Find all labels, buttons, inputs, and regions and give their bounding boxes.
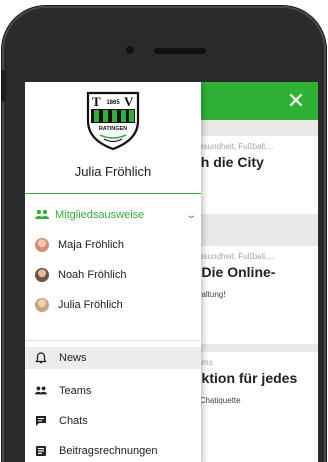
divider	[25, 193, 201, 194]
news-card-meta: eams	[193, 358, 213, 367]
member-item[interactable]: Maja Fröhlich	[35, 236, 195, 254]
news-card-meta: Gesundheit, Fußball,...	[193, 252, 274, 261]
news-card-title: nktion für jedes	[193, 370, 298, 386]
avatar	[35, 238, 49, 252]
phone-side-button	[2, 70, 6, 102]
member-item[interactable]: Julia Fröhlich	[35, 296, 195, 314]
club-logo: T V 1865 RATINGEN	[86, 91, 140, 151]
news-card-meta: Gesundheit, Fußball,...	[193, 142, 274, 151]
people-icon	[35, 209, 49, 219]
navigation-drawer: T V 1865 RATINGEN Julia Fröhlich Mitglie…	[25, 82, 201, 462]
logo-letter-left: T	[92, 94, 101, 109]
nav-item-label: News	[59, 352, 87, 364]
chat-icon	[35, 415, 47, 427]
news-card-title: ch die City	[193, 154, 264, 170]
member-cards-toggle[interactable]: Mitgliedsausweise ⌄	[35, 207, 197, 223]
nav-item-label: Chats	[59, 415, 88, 427]
bell-icon	[35, 352, 47, 364]
news-card-excerpt: e Chatiquette	[193, 396, 241, 405]
member-name: Maja Fröhlich	[58, 239, 125, 251]
nav-item-label: Teams	[59, 385, 92, 397]
avatar	[35, 268, 49, 282]
logo-letter-right: V	[124, 94, 134, 109]
logo-year: 1865	[106, 100, 120, 106]
nav-item-teams[interactable]: Teams	[25, 380, 201, 402]
avatar	[35, 298, 49, 312]
front-camera	[126, 46, 134, 54]
nav-item-invoices[interactable]: Beitragsrechnungen	[25, 440, 201, 462]
divider	[25, 340, 201, 341]
earpiece-speaker	[154, 48, 206, 54]
nav-item-news[interactable]: News	[25, 347, 201, 369]
member-item[interactable]: Noah Fröhlich	[35, 266, 195, 284]
news-card-excerpt: rwaltung!	[193, 290, 226, 299]
member-name: Noah Fröhlich	[58, 269, 127, 281]
phone-screen: ✕ Gesundheit, Fußball,... ch die City Ge…	[25, 82, 318, 462]
member-cards-label: Mitgliedsausweise	[55, 209, 145, 221]
close-icon[interactable]: ✕	[284, 89, 308, 113]
member-name: Julia Fröhlich	[58, 299, 123, 311]
people-icon	[35, 385, 47, 397]
nav-item-chats[interactable]: Chats	[25, 410, 201, 432]
nav-item-label: Beitragsrechnungen	[59, 445, 158, 457]
invoice-icon	[35, 445, 47, 457]
chevron-down-icon: ⌄	[184, 209, 197, 221]
user-name: Julia Fröhlich	[74, 164, 152, 179]
logo-city: RATINGEN	[99, 126, 127, 132]
news-card-title: : Die Online-	[193, 264, 276, 280]
